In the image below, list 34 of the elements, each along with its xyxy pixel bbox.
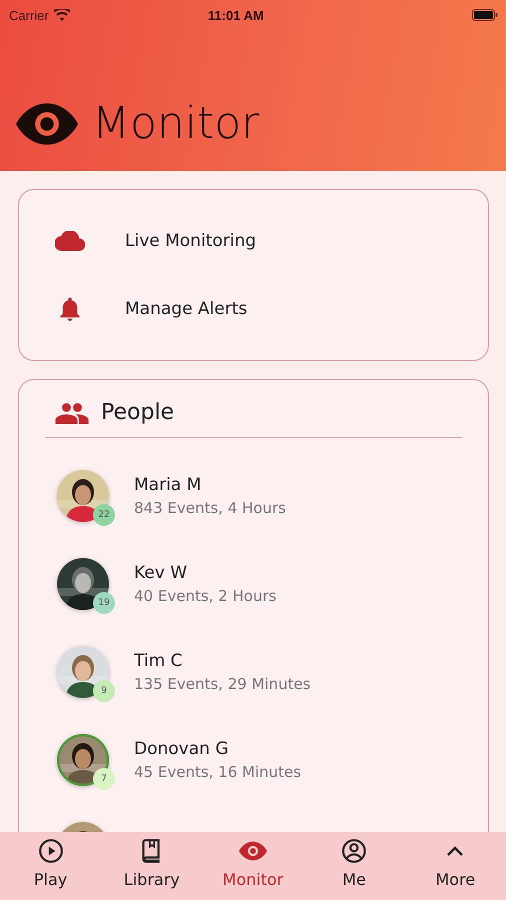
count-badge: 19 (93, 592, 115, 614)
menu-item[interactable]: Manage Alerts (19, 289, 488, 329)
person-item[interactable]: 9 Tim C 135 Events, 29 Minutes (45, 628, 462, 716)
person-name: Maria M (134, 475, 202, 495)
cloud-icon (55, 231, 85, 251)
play-icon (38, 838, 64, 864)
wifi-icon (54, 9, 70, 21)
people-icon (55, 402, 89, 424)
eye-icon (16, 102, 78, 144)
person-summary: 40 Events, 2 Hours (134, 587, 276, 605)
carrier-name: Carrier (9, 8, 49, 22)
status-time: 11:01 AM (206, 8, 265, 22)
section-title: People (101, 400, 174, 425)
person-name: Donovan G (134, 739, 230, 759)
page-title: Monitor (92, 98, 260, 149)
count-badge: 7 (93, 768, 115, 790)
person-name: Tim C (134, 651, 184, 671)
tab[interactable]: More (410, 832, 500, 900)
battery-icon (472, 9, 498, 21)
person-item[interactable]: 19 Kev W 40 Events, 2 Hours (45, 540, 462, 628)
tab[interactable]: Monitor (208, 832, 298, 900)
person-item[interactable]: 22 Maria M 843 Events, 4 Hours (45, 452, 462, 540)
user-icon (341, 838, 368, 864)
count-badge: 22 (93, 504, 115, 526)
count-badge: 9 (93, 680, 115, 702)
person-summary: 45 Events, 16 Minutes (134, 763, 302, 781)
person-name: Kev W (134, 563, 188, 583)
tab[interactable]: Me (309, 832, 400, 900)
menu-item[interactable]: Live Monitoring (19, 221, 488, 261)
tab[interactable]: Library (106, 832, 197, 900)
person-summary: 135 Events, 29 Minutes (134, 675, 311, 693)
person-summary: 843 Events, 4 Hours (134, 499, 286, 517)
tab[interactable]: Play (6, 832, 96, 900)
person-item[interactable]: 7 Donovan G 45 Events, 16 Minutes (45, 716, 462, 804)
